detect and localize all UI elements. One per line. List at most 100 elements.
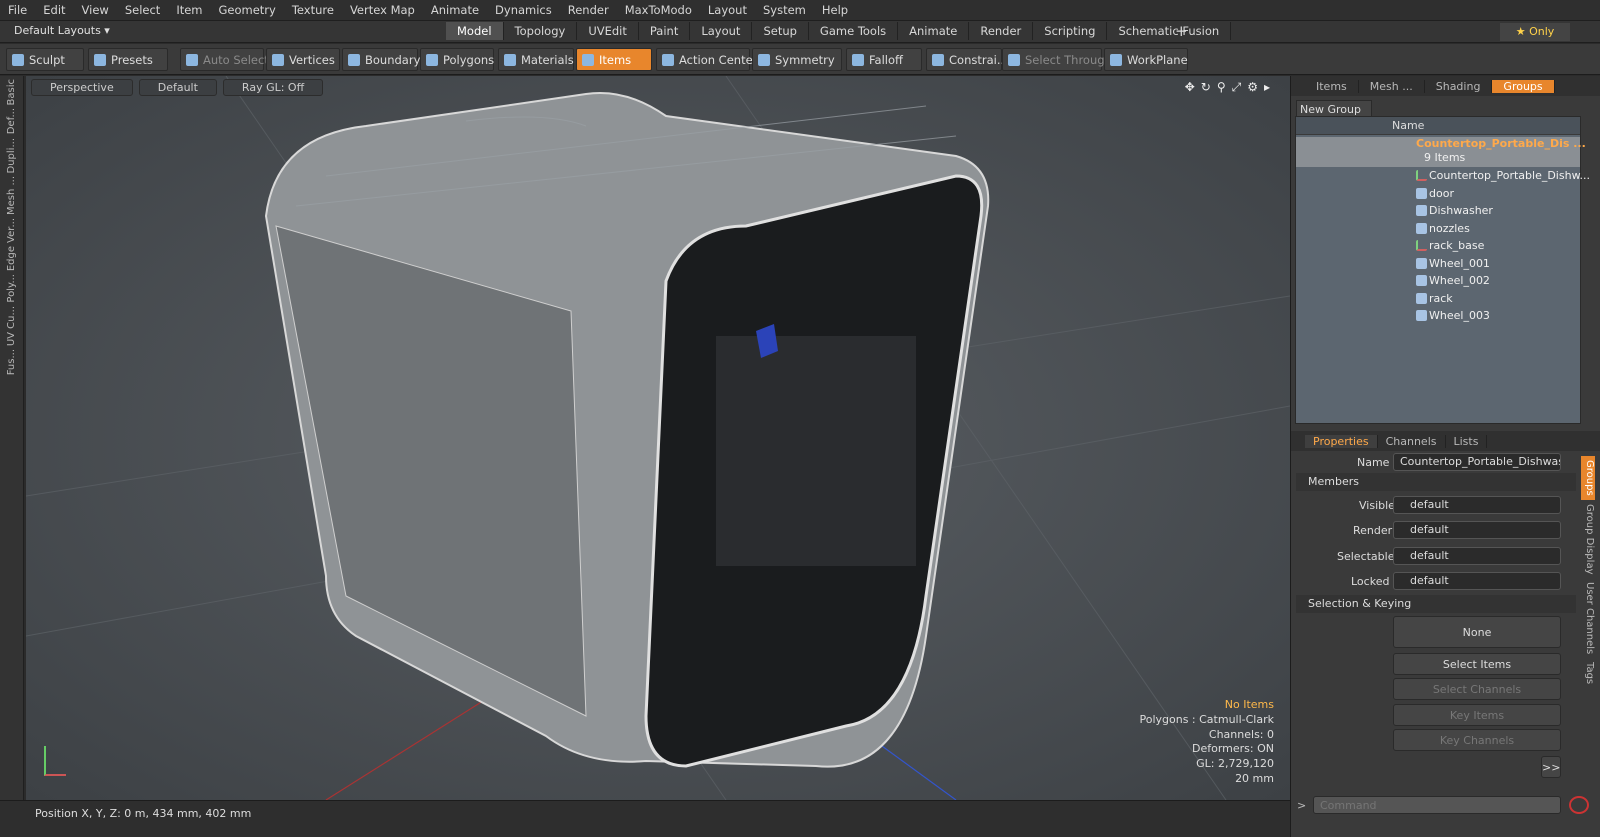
boundary-button[interactable]: Boundary: [342, 48, 420, 71]
tree-row[interactable]: Wheel_003: [1296, 307, 1580, 325]
tab-items[interactable]: Items: [1305, 79, 1359, 93]
tree-row[interactable]: door: [1296, 185, 1580, 203]
render-dropdown[interactable]: default: [1393, 521, 1561, 539]
view-perspective-dropdown[interactable]: Perspective: [31, 79, 133, 96]
menu-maxtomodo[interactable]: MaxToModo: [617, 3, 700, 17]
tree-header: Name: [1296, 117, 1580, 135]
side-tab-tags[interactable]: Tags: [1581, 658, 1595, 688]
selectable-dropdown[interactable]: default: [1393, 547, 1561, 565]
members-section[interactable]: Members: [1296, 473, 1576, 491]
select-channels-button[interactable]: Select Channels: [1393, 678, 1561, 700]
tree-row[interactable]: Countertop_Portable_Dishw...: [1296, 167, 1590, 185]
left-tab-polygon[interactable]: Poly...: [6, 274, 17, 303]
tab-animate[interactable]: Animate: [898, 22, 970, 40]
falloff-button[interactable]: Falloff: [846, 48, 922, 71]
menu-edit[interactable]: Edit: [35, 3, 73, 17]
layout-selector[interactable]: Default Layouts ▾: [14, 24, 110, 37]
sculpt-button[interactable]: Sculpt: [6, 48, 84, 71]
tab-lists[interactable]: Lists: [1446, 434, 1488, 448]
menu-animate[interactable]: Animate: [423, 3, 487, 17]
left-tab-deform[interactable]: Def...: [6, 108, 17, 134]
left-tab-mesh[interactable]: Mesh ...: [6, 176, 17, 215]
visible-dropdown[interactable]: default: [1393, 496, 1561, 514]
left-tab-edge[interactable]: Edge: [6, 246, 17, 271]
side-tab-groups[interactable]: Groups: [1581, 456, 1595, 500]
vertices-icon: [272, 54, 284, 66]
tree-row[interactable]: Wheel_001: [1296, 255, 1580, 273]
menu-help[interactable]: Help: [814, 3, 856, 17]
left-tab-vertex[interactable]: Ver...: [6, 218, 17, 243]
tab-model[interactable]: Model: [446, 22, 504, 40]
command-input[interactable]: [1313, 796, 1561, 814]
tab-topology[interactable]: Topology: [504, 22, 578, 40]
more-button[interactable]: >>: [1541, 756, 1561, 778]
only-button[interactable]: ★ Only: [1500, 23, 1570, 41]
select-through-button[interactable]: Select Through: [1002, 48, 1112, 71]
workplane-button[interactable]: WorkPlane: [1104, 48, 1188, 71]
stat-channels: Channels: 0: [1208, 727, 1274, 741]
name-field[interactable]: Countertop_Portable_Dishwasher: [1393, 453, 1561, 471]
tab-properties[interactable]: Properties: [1305, 434, 1378, 448]
items-button[interactable]: Items: [576, 48, 652, 71]
side-tab-user-channels[interactable]: User Channels: [1581, 578, 1595, 658]
tab-render[interactable]: Render: [969, 22, 1034, 40]
tree-row[interactable]: rack_base: [1296, 237, 1580, 255]
tab-groups[interactable]: Groups: [1492, 79, 1555, 93]
tab-mesh[interactable]: Mesh ...: [1359, 79, 1425, 93]
record-icon[interactable]: [1569, 796, 1589, 814]
key-items-button[interactable]: Key Items: [1393, 704, 1561, 726]
tab-layout[interactable]: Layout: [690, 22, 753, 40]
tree-row[interactable]: rack: [1296, 290, 1580, 308]
menu-geometry[interactable]: Geometry: [211, 3, 284, 17]
none-button[interactable]: None: [1393, 616, 1561, 648]
selection-keying-section[interactable]: Selection & Keying: [1296, 595, 1576, 613]
menu-view[interactable]: View: [74, 3, 117, 17]
menu-select[interactable]: Select: [117, 3, 168, 17]
symmetry-button[interactable]: Symmetry: [752, 48, 842, 71]
menu-item[interactable]: Item: [168, 3, 210, 17]
vertices-button[interactable]: Vertices: [266, 48, 340, 71]
tab-uvedit[interactable]: UVEdit: [577, 22, 639, 40]
left-tab-basic[interactable]: Basic: [6, 79, 17, 105]
menu-system[interactable]: System: [755, 3, 814, 17]
menu-dynamics[interactable]: Dynamics: [487, 3, 560, 17]
tree-row[interactable]: Wheel_002: [1296, 272, 1580, 290]
3d-viewport[interactable]: Perspective Default Ray GL: Off ✥↻⚲⤢⚙▸ N…: [26, 76, 1290, 800]
menu-texture[interactable]: Texture: [284, 3, 342, 17]
tab-setup[interactable]: Setup: [752, 22, 809, 40]
side-tab-group-display[interactable]: Group Display: [1581, 500, 1595, 578]
select-items-button[interactable]: Select Items: [1393, 653, 1561, 675]
menu-render[interactable]: Render: [560, 3, 617, 17]
tree-row[interactable]: nozzles: [1296, 220, 1580, 238]
tab-shading[interactable]: Shading: [1425, 79, 1493, 93]
menu-vertex-map[interactable]: Vertex Map: [342, 3, 423, 17]
polygons-button[interactable]: Polygons: [420, 48, 494, 71]
tab-schematic-fusion[interactable]: Schematic Fusion: [1107, 22, 1232, 40]
viewport-nav-icons[interactable]: ✥↻⚲⤢⚙▸: [1185, 80, 1276, 95]
tab-channels[interactable]: Channels: [1378, 434, 1446, 448]
presets-button[interactable]: Presets: [88, 48, 168, 71]
boundary-icon: [348, 54, 360, 66]
constraints-button[interactable]: Constrai...: [926, 48, 1008, 71]
tab-paint[interactable]: Paint: [639, 22, 691, 40]
tree-name-column[interactable]: Name: [1392, 119, 1424, 132]
auto-select-button[interactable]: Auto Select: [180, 48, 269, 71]
tab-scripting[interactable]: Scripting: [1033, 22, 1108, 40]
materials-button[interactable]: Materials: [498, 48, 574, 71]
left-tab-duplicate[interactable]: Dupli...: [6, 138, 17, 173]
action-center-button[interactable]: Action Center: [656, 48, 757, 71]
menu-layout[interactable]: Layout: [700, 3, 755, 17]
add-tab-icon[interactable]: +: [1175, 22, 1188, 40]
raygl-toggle[interactable]: Ray GL: Off: [222, 79, 324, 96]
key-channels-button[interactable]: Key Channels: [1393, 729, 1561, 751]
menu-file[interactable]: File: [0, 3, 35, 17]
tree-row-root[interactable]: Countertop_Portable_Dis ... 9 Items: [1296, 137, 1586, 167]
left-tab-uv[interactable]: UV: [6, 332, 17, 346]
left-tab-curve[interactable]: Cu...: [6, 306, 17, 329]
tab-game-tools[interactable]: Game Tools: [809, 22, 899, 40]
left-tab-fusion[interactable]: Fus...: [6, 349, 17, 375]
new-group-button[interactable]: New Group: [1296, 100, 1372, 117]
locked-dropdown[interactable]: default: [1393, 572, 1561, 590]
shading-default-dropdown[interactable]: Default: [138, 79, 217, 96]
tree-row[interactable]: Dishwasher: [1296, 202, 1580, 220]
